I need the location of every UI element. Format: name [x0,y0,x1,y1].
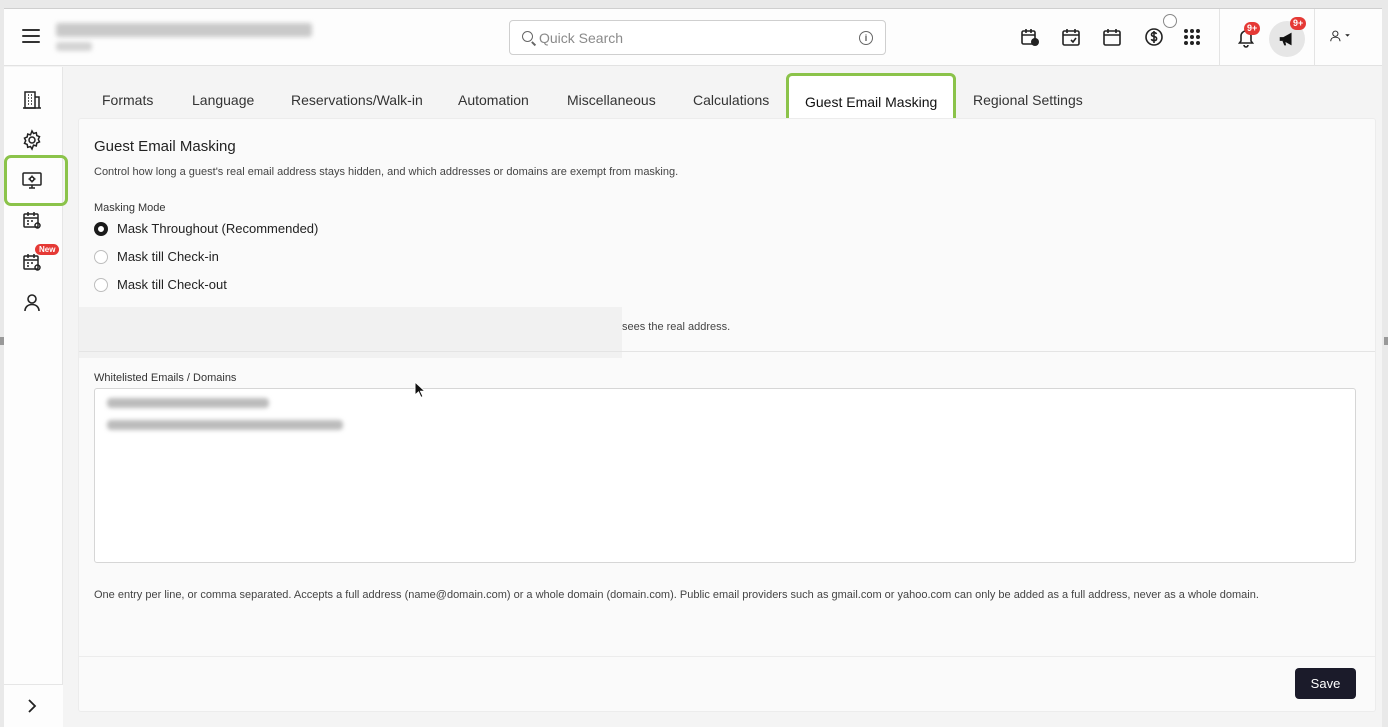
announcement-badge: 9+ [1290,17,1307,30]
radio-button-selected[interactable] [94,222,108,236]
search-icon [522,31,533,42]
new-badge: New [35,244,60,255]
page-title: Guest Email Masking [94,138,236,155]
left-sidebar: New [4,67,68,727]
window-edge-right [1384,337,1388,345]
header-divider [1219,9,1220,66]
page-description: Control how long a guest's real email ad… [94,166,679,178]
whitelist-entry-blurred [107,420,343,430]
megaphone-icon [1279,32,1292,46]
calendar-settings-icon [23,212,41,229]
chevron-right-icon [28,699,37,713]
header-divider [1314,9,1315,66]
sidebar-item-users[interactable] [19,290,45,316]
radio-label: Mask till Check-out [117,277,227,292]
menu-icon[interactable] [22,29,40,43]
user-icon [24,294,40,312]
sidebar-expand-button[interactable] [4,684,63,727]
masking-note: sees the real address. [622,321,731,333]
app-window: i 9+ 9+ [4,8,1382,727]
gear-icon [23,129,41,151]
radio-label: Mask Throughout (Recommended) [117,221,319,236]
calendar-check-icon[interactable] [1060,26,1082,48]
sidebar-item-settings[interactable] [19,127,45,153]
mouse-cursor-icon [414,381,426,399]
property-name-blurred[interactable] [56,23,312,51]
radio-button[interactable] [94,250,108,264]
sidebar-item-reservations[interactable] [19,207,45,233]
monitor-gear-icon [22,172,42,189]
whitelist-entry-blurred [107,398,269,408]
calendar-icon[interactable] [1101,26,1123,48]
whitelist-help-text: One entry per line, or comma separated. … [94,589,1259,601]
whitelist-label: Whitelisted Emails / Domains [94,372,237,384]
user-icon [1330,30,1350,42]
radio-button[interactable] [94,278,108,292]
sidebar-item-property[interactable] [19,87,45,113]
whitelist-textarea[interactable] [94,388,1356,563]
billing-icon[interactable] [1143,26,1165,48]
sidebar-item-display-settings[interactable] [19,167,45,193]
footer-divider [79,656,1375,657]
calendar-add-icon[interactable] [1019,26,1041,48]
top-header: i 9+ 9+ [4,9,1382,66]
guest-email-masking-panel: Guest Email Masking Control how long a g… [79,119,1375,711]
masking-mode-label: Masking Mode [94,202,166,214]
lock-icon [1163,14,1177,28]
search-input[interactable] [539,28,839,48]
building-icon [23,91,41,109]
save-button[interactable]: Save [1295,668,1356,699]
quick-search[interactable]: i [509,20,886,55]
info-icon[interactable]: i [859,31,873,45]
radio-label: Mask till Check-in [117,249,219,264]
user-menu[interactable] [1329,25,1367,47]
section-divider [79,351,1375,352]
apps-grid-icon[interactable] [1181,26,1203,48]
notification-badge: 9+ [1244,22,1261,35]
